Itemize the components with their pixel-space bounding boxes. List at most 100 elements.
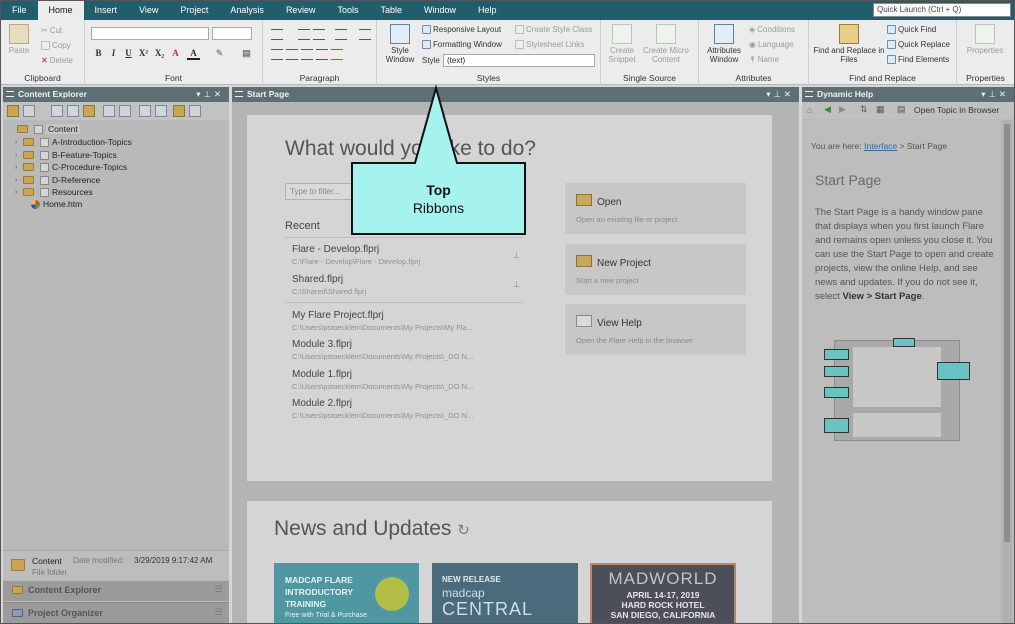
cut-file-icon[interactable] bbox=[103, 105, 115, 117]
clear-format-button[interactable]: A bbox=[169, 47, 182, 60]
tree-item-content[interactable]: Content bbox=[9, 123, 80, 135]
recent-project-name[interactable]: Shared.flprj bbox=[292, 274, 343, 285]
tab-project-organizer[interactable]: Project Organizer ☰ bbox=[3, 602, 229, 623]
menu-view[interactable]: View bbox=[128, 1, 169, 20]
sync-icon[interactable] bbox=[119, 105, 131, 117]
expand-arrow-icon[interactable]: › bbox=[15, 152, 23, 159]
tab-content-explorer[interactable]: Content Explorer ☰ bbox=[3, 581, 229, 601]
tree-checkbox[interactable] bbox=[40, 175, 49, 185]
menu-review[interactable]: Review bbox=[275, 1, 327, 20]
pane-menu-icon[interactable] bbox=[6, 91, 14, 97]
stylesheet-links-button[interactable]: Stylesheet Links bbox=[515, 40, 584, 49]
folder-view-icon[interactable] bbox=[7, 105, 19, 117]
properties-file-icon[interactable] bbox=[139, 105, 151, 117]
superscript-button[interactable]: X² bbox=[137, 47, 150, 60]
align-left-icon[interactable] bbox=[271, 49, 283, 60]
highlight-button[interactable]: ✎ bbox=[213, 47, 226, 60]
menu-help[interactable]: Help bbox=[467, 1, 508, 20]
formatting-window-button[interactable]: Formatting Window bbox=[422, 40, 502, 49]
find-elements-button[interactable]: Find Elements bbox=[887, 55, 949, 64]
expand-arrow-icon[interactable]: › bbox=[15, 139, 23, 146]
scrollbar-thumb[interactable] bbox=[1004, 124, 1010, 542]
open-folder-icon[interactable] bbox=[83, 105, 95, 117]
quick-replace-button[interactable]: Quick Replace bbox=[887, 40, 950, 49]
tree-checkbox[interactable] bbox=[34, 124, 43, 134]
breadcrumb-link[interactable]: Interface bbox=[864, 141, 897, 151]
justify-icon[interactable] bbox=[316, 49, 328, 60]
menu-window[interactable]: Window bbox=[413, 1, 467, 20]
copy-button[interactable]: Copy bbox=[41, 41, 71, 50]
back-icon[interactable]: ◀ bbox=[824, 104, 831, 115]
pane-controls[interactable]: ▾⊥✕ bbox=[766, 87, 794, 102]
tree-item-introduction[interactable]: › A-Introduction-Topics bbox=[15, 136, 132, 148]
view-help-action[interactable]: View Help Open the Flare Help in the bro… bbox=[565, 304, 746, 355]
refresh-icon[interactable]: ↻ bbox=[457, 522, 470, 539]
tree-item-resources[interactable]: › Resources bbox=[15, 186, 93, 198]
tree-item-feature[interactable]: › B-Feature-Topics bbox=[15, 149, 117, 161]
tree-item-procedure[interactable]: › C-Procedure-Topics bbox=[15, 161, 127, 173]
menu-file[interactable]: File bbox=[1, 1, 38, 20]
recent-project-name[interactable]: Module 2.flprj bbox=[292, 398, 352, 409]
underline-button[interactable]: U bbox=[122, 47, 135, 60]
pane-menu-icon[interactable] bbox=[805, 91, 813, 97]
delete-button[interactable]: ✕ Delete bbox=[41, 56, 73, 65]
more-font-button[interactable]: ▤ bbox=[240, 47, 253, 60]
home-icon[interactable]: ⌂ bbox=[807, 105, 812, 115]
open-action[interactable]: Open Open an existing file or project bbox=[565, 183, 746, 234]
pin-icon[interactable]: ⊥ bbox=[513, 251, 520, 260]
menu-project[interactable]: Project bbox=[169, 1, 219, 20]
expand-arrow-icon[interactable]: › bbox=[15, 164, 23, 171]
new-file-icon[interactable] bbox=[189, 105, 201, 117]
bullet-list-icon[interactable] bbox=[271, 29, 283, 40]
tree-checkbox[interactable] bbox=[40, 187, 49, 197]
menu-home[interactable]: Home bbox=[37, 1, 84, 20]
subscript-button[interactable]: X₂ bbox=[153, 47, 166, 60]
pin-icon[interactable]: ⊥ bbox=[513, 280, 520, 289]
style-window-button[interactable]: Style Window bbox=[381, 24, 419, 64]
tree-item-home[interactable]: Home.htm bbox=[23, 198, 82, 210]
properties-button[interactable]: Properties bbox=[961, 24, 1009, 55]
indent-icon[interactable] bbox=[313, 29, 325, 40]
layout-icon[interactable] bbox=[23, 105, 35, 117]
language-button[interactable]: ◉ Language bbox=[749, 40, 794, 49]
news-tile-madworld[interactable]: MADWORLD APRIL 14-17, 2019 HARD ROCK HOT… bbox=[590, 563, 736, 623]
tree-item-reference[interactable]: › D-Reference bbox=[15, 174, 100, 186]
style-select[interactable]: (text) bbox=[443, 54, 595, 67]
font-color-button[interactable]: A bbox=[187, 47, 200, 60]
expand-arrow-icon[interactable]: › bbox=[15, 189, 23, 196]
create-style-class-button[interactable]: Create Style Class bbox=[515, 25, 592, 34]
menu-insert[interactable]: Insert bbox=[84, 1, 129, 20]
recent-project-name[interactable]: My Flare Project.flprj bbox=[292, 310, 384, 321]
quick-find-button[interactable]: Quick Find bbox=[887, 25, 936, 34]
sync-toc-icon[interactable]: ⇅ bbox=[860, 104, 868, 115]
new-folder-icon[interactable] bbox=[173, 105, 185, 117]
cut-button[interactable]: ✂ Cut bbox=[41, 26, 62, 35]
menu-analysis[interactable]: Analysis bbox=[219, 1, 275, 20]
align-right-icon[interactable] bbox=[301, 49, 313, 60]
pane-menu-icon[interactable] bbox=[235, 91, 243, 97]
quick-launch-input[interactable]: Quick Launch (Ctrl + Q) bbox=[873, 3, 1011, 17]
copy-file-icon[interactable] bbox=[51, 105, 63, 117]
bold-button[interactable]: B bbox=[92, 47, 105, 60]
outdent-icon[interactable] bbox=[298, 29, 310, 40]
italic-button[interactable]: I bbox=[107, 47, 120, 60]
help-scrollbar[interactable] bbox=[1002, 120, 1012, 623]
show-blocks-icon[interactable] bbox=[359, 29, 371, 40]
news-tile-training[interactable]: MADCAP FLARE INTRODUCTORY TRAINING Free … bbox=[274, 563, 419, 623]
responsive-layout-button[interactable]: Responsive Layout bbox=[422, 25, 501, 34]
pane-controls[interactable]: ▾⊥✕ bbox=[981, 87, 1009, 102]
attributes-window-button[interactable]: Attributes Window bbox=[703, 24, 745, 64]
tree-checkbox[interactable] bbox=[40, 162, 49, 172]
expand-arrow-icon[interactable]: › bbox=[15, 177, 23, 184]
paste-button[interactable]: Paste bbox=[5, 24, 33, 55]
menu-tools[interactable]: Tools bbox=[326, 1, 369, 20]
news-tile-central[interactable]: NEW RELEASE madcap CENTRAL bbox=[432, 563, 578, 623]
print-icon[interactable]: ▦ bbox=[876, 104, 885, 115]
delete-file-icon[interactable] bbox=[155, 105, 167, 117]
create-micro-content-button[interactable]: Create Micro Content bbox=[641, 24, 691, 64]
font-family-select[interactable] bbox=[91, 27, 209, 40]
align-center-icon[interactable] bbox=[286, 49, 298, 60]
menu-table[interactable]: Table bbox=[369, 1, 413, 20]
recent-project-name[interactable]: Module 1.flprj bbox=[292, 369, 352, 380]
tree-checkbox[interactable] bbox=[40, 150, 49, 160]
